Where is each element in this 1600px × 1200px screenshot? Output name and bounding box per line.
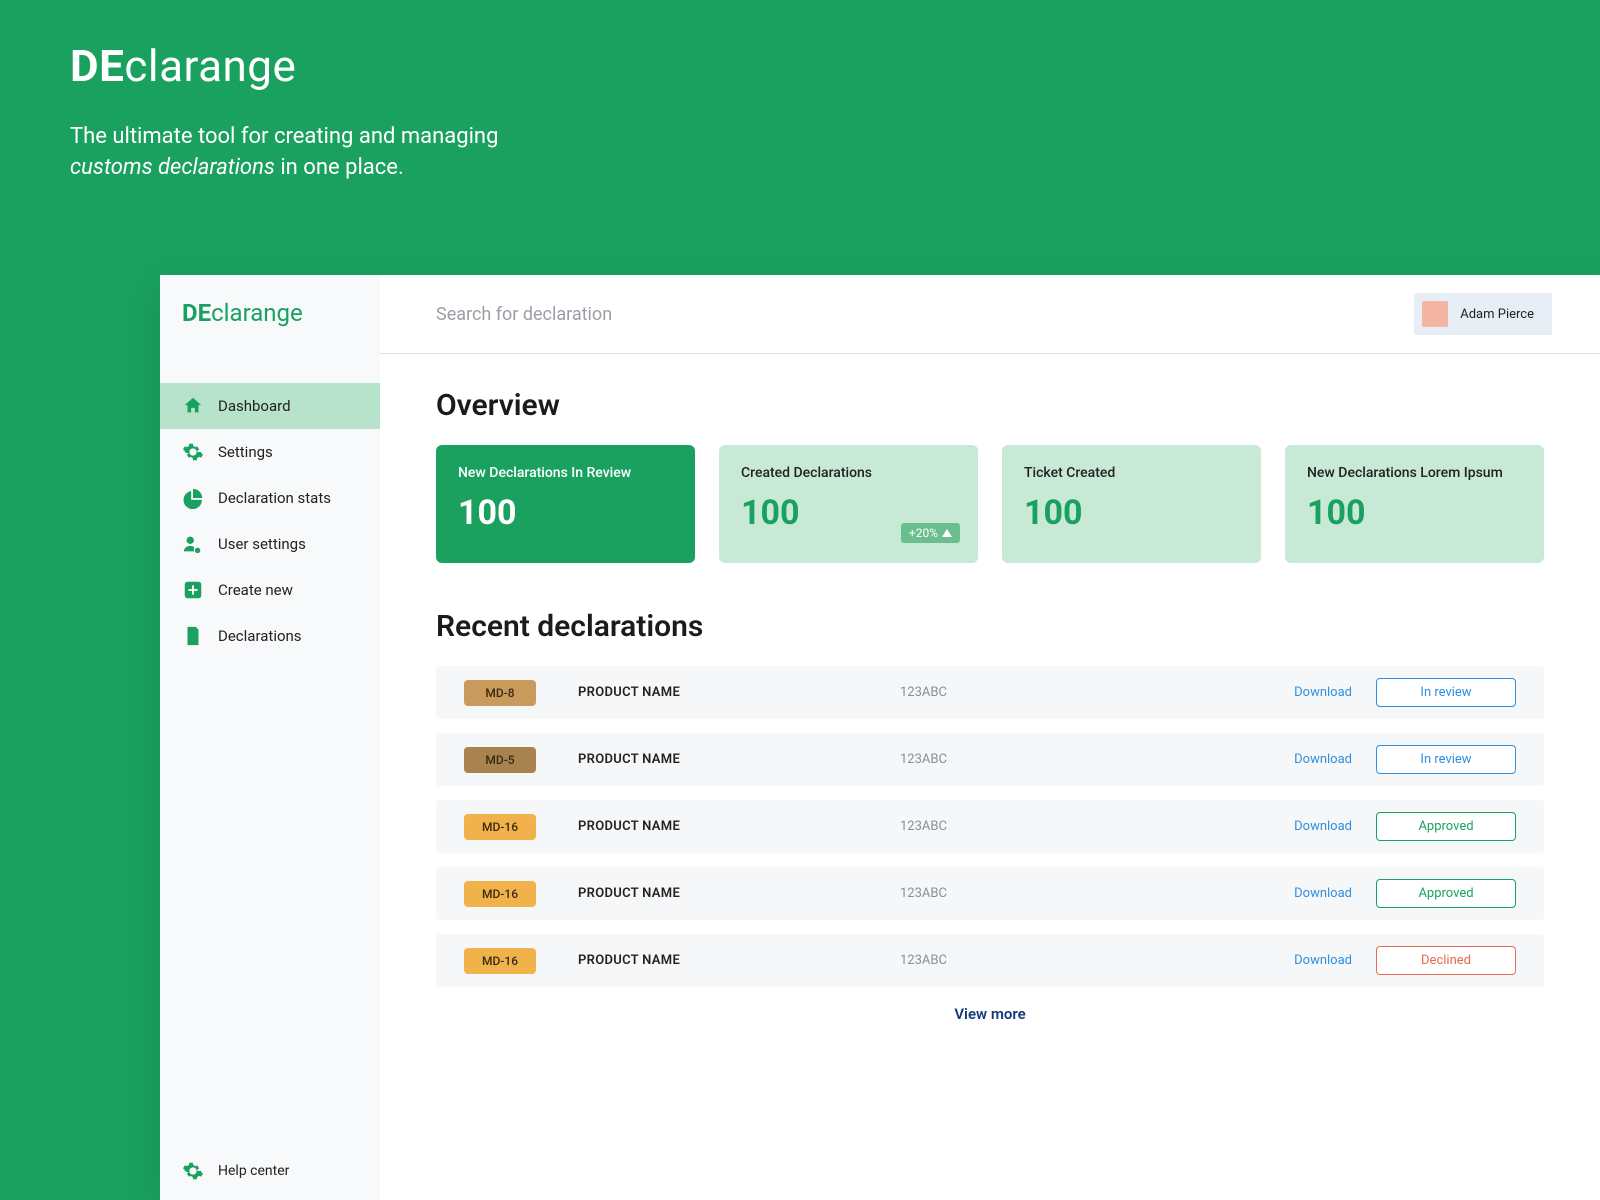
sidebar-item-label: Settings — [218, 443, 273, 461]
sidebar-logo: DEclarange — [160, 275, 380, 353]
download-link[interactable]: Download — [1222, 819, 1352, 834]
sidebar-item-label: User settings — [218, 535, 306, 553]
sidebar-logo-rest: clarange — [211, 299, 303, 327]
sidebar-item-dashboard[interactable]: Dashboard — [160, 383, 380, 429]
hero-tagline-post: in one place. — [275, 155, 404, 180]
declaration-id-pill: MD-8 — [464, 680, 536, 706]
declarations-list: MD-8PRODUCT NAME123ABCDownloadIn reviewM… — [436, 666, 1544, 987]
declaration-id-pill: MD-16 — [464, 948, 536, 974]
status-badge: Approved — [1376, 879, 1516, 908]
sidebar-item-settings[interactable]: Settings — [160, 429, 380, 475]
stat-card-title: Ticket Created — [1024, 465, 1239, 481]
user-name: Adam Pierce — [1460, 307, 1534, 322]
sidebar-item-create-new[interactable]: Create new — [160, 567, 380, 613]
stat-card-title: New Declarations In Review — [458, 465, 673, 481]
doc-icon — [182, 625, 204, 647]
search-input[interactable] — [436, 304, 1414, 325]
trend-badge: +20% — [901, 523, 960, 543]
sidebar-item-label: Dashboard — [218, 397, 291, 415]
overview-heading: Overview — [436, 388, 1544, 423]
gear-icon — [182, 1160, 204, 1182]
product-name: PRODUCT NAME — [578, 685, 876, 700]
product-code: 123ABC — [900, 752, 1198, 767]
app-window: DEclarange Dashboard Settings Declaration … — [160, 275, 1600, 1200]
hero-logo-bold: DE — [70, 40, 124, 92]
product-name: PRODUCT NAME — [578, 886, 876, 901]
product-name: PRODUCT NAME — [578, 752, 876, 767]
declaration-row[interactable]: MD-16 PRODUCT NAME 123ABC Download Approved — [436, 800, 1544, 853]
stat-card-value: 100 — [458, 493, 673, 533]
stat-card[interactable]: New Declarations In Review 100 — [436, 445, 695, 563]
status-badge: In review — [1376, 745, 1516, 774]
status-badge: Declined — [1376, 946, 1516, 975]
hero-tagline-italic: customs declarations — [70, 155, 275, 180]
stat-card-value: 100 — [1024, 493, 1239, 533]
plus-icon — [182, 579, 204, 601]
stat-card[interactable]: New Declarations Lorem Ipsum 100 — [1285, 445, 1544, 563]
product-code: 123ABC — [900, 685, 1198, 700]
view-more-link[interactable]: View more — [436, 1005, 1544, 1023]
declaration-row[interactable]: MD-5 PRODUCT NAME 123ABC Download In review — [436, 733, 1544, 786]
sidebar-nav: Dashboard Settings Declaration stats User s… — [160, 383, 380, 1142]
sidebar-item-declaration-stats[interactable]: Declaration stats — [160, 475, 380, 521]
home-icon — [182, 395, 204, 417]
stat-card[interactable]: Ticket Created 100 — [1002, 445, 1261, 563]
recent-heading: Recent declarations — [436, 609, 1544, 644]
hero-logo: DEclarange — [70, 40, 1530, 92]
gear-icon — [182, 441, 204, 463]
sidebar: DEclarange Dashboard Settings Declaration … — [160, 275, 380, 1200]
declaration-id-pill: MD-5 — [464, 747, 536, 773]
main-content: Adam Pierce Overview New Declarations In… — [380, 275, 1600, 1200]
declaration-id-pill: MD-16 — [464, 881, 536, 907]
product-name: PRODUCT NAME — [578, 953, 876, 968]
download-link[interactable]: Download — [1222, 886, 1352, 901]
stat-card-value: 100 — [1307, 493, 1522, 533]
stat-card-title: Created Declarations — [741, 465, 956, 481]
download-link[interactable]: Download — [1222, 752, 1352, 767]
user-gear-icon — [182, 533, 204, 555]
sidebar-item-declarations[interactable]: Declarations — [160, 613, 380, 659]
avatar — [1422, 301, 1448, 327]
topbar: Adam Pierce — [380, 275, 1600, 354]
declaration-row[interactable]: MD-16 PRODUCT NAME 123ABC Download Declined — [436, 934, 1544, 987]
hero-tagline: The ultimate tool for creating and manag… — [70, 122, 1530, 184]
user-chip[interactable]: Adam Pierce — [1414, 293, 1552, 335]
sidebar-item-user-settings[interactable]: User settings — [160, 521, 380, 567]
declaration-row[interactable]: MD-16 PRODUCT NAME 123ABC Download Approved — [436, 867, 1544, 920]
pie-icon — [182, 487, 204, 509]
download-link[interactable]: Download — [1222, 685, 1352, 700]
content-scroll: Overview New Declarations In Review 100 Cr… — [380, 354, 1600, 1031]
help-center-link[interactable]: Help center — [160, 1142, 380, 1200]
product-code: 123ABC — [900, 953, 1198, 968]
overview-cards: New Declarations In Review 100 Created Dec… — [436, 445, 1544, 563]
product-code: 123ABC — [900, 886, 1198, 901]
product-name: PRODUCT NAME — [578, 819, 876, 834]
status-badge: Approved — [1376, 812, 1516, 841]
declaration-id-pill: MD-16 — [464, 814, 536, 840]
hero-tagline-pre: The ultimate tool for creating and manag… — [70, 124, 498, 149]
sidebar-item-label: Declarations — [218, 627, 302, 645]
sidebar-logo-bold: DE — [182, 299, 211, 327]
sidebar-item-label: Declaration stats — [218, 489, 331, 507]
product-code: 123ABC — [900, 819, 1198, 834]
stat-card-title: New Declarations Lorem Ipsum — [1307, 465, 1522, 481]
hero-logo-rest: clarange — [124, 40, 296, 92]
declaration-row[interactable]: MD-8 PRODUCT NAME 123ABC Download In review — [436, 666, 1544, 719]
hero-banner: DEclarange The ultimate tool for creatin… — [0, 0, 1600, 234]
stat-card[interactable]: Created Declarations100+20% — [719, 445, 978, 563]
help-center-label: Help center — [218, 1163, 289, 1179]
status-badge: In review — [1376, 678, 1516, 707]
sidebar-item-label: Create new — [218, 581, 293, 599]
download-link[interactable]: Download — [1222, 953, 1352, 968]
